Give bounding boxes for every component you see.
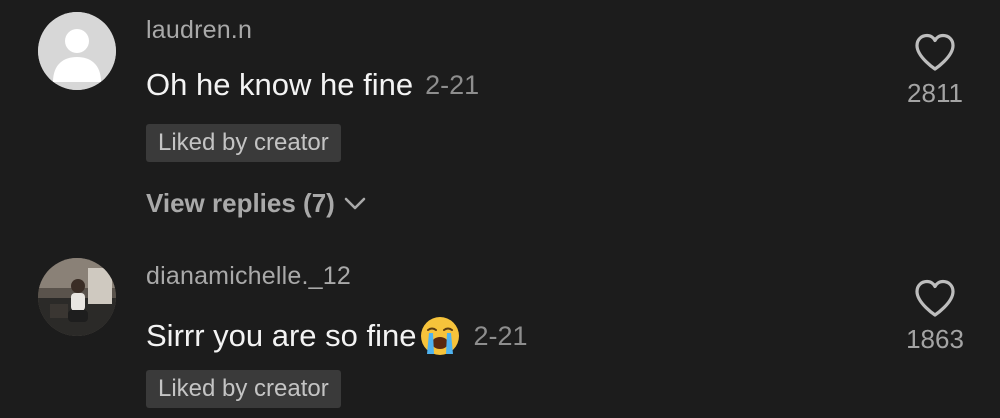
liked-by-creator-badge: Liked by creator — [146, 124, 341, 162]
liked-by-creator-badge: Liked by creator — [146, 370, 341, 408]
comment-username[interactable]: laudren.n — [146, 16, 252, 45]
avatar[interactable] — [38, 258, 116, 336]
comment-username[interactable]: dianamichelle._12 — [146, 262, 351, 291]
comment-item: dianamichelle._12 Sirrr you are so fine … — [0, 250, 1000, 418]
comment-text: Sirrr you are so fine — [146, 318, 417, 353]
chevron-down-icon — [344, 197, 366, 209]
heart-outline-icon — [915, 279, 955, 317]
view-replies-button[interactable]: View replies (7) — [146, 188, 367, 219]
comment-text: Oh he know he fine — [146, 67, 414, 102]
user-photo-icon — [38, 258, 116, 336]
comment-text-line: Oh he know he fine 2-21 — [146, 67, 479, 103]
view-replies-label: View replies (7) — [146, 188, 335, 218]
like-button[interactable]: 2811 — [870, 32, 1000, 109]
default-user-icon — [38, 12, 116, 90]
loudly-crying-face-icon — [420, 317, 459, 355]
comment-date: 2-21 — [473, 320, 528, 351]
like-count: 1863 — [906, 324, 964, 354]
like-count: 2811 — [907, 78, 963, 108]
comment-date: 2-21 — [425, 69, 480, 100]
heart-outline-icon — [915, 33, 955, 71]
comment-text-line: Sirrr you are so fine 2-21 — [146, 314, 528, 358]
avatar[interactable] — [38, 12, 116, 90]
comment-item: laudren.n Oh he know he fine 2-21 Liked … — [0, 0, 1000, 240]
like-button[interactable]: 1863 — [870, 278, 1000, 355]
